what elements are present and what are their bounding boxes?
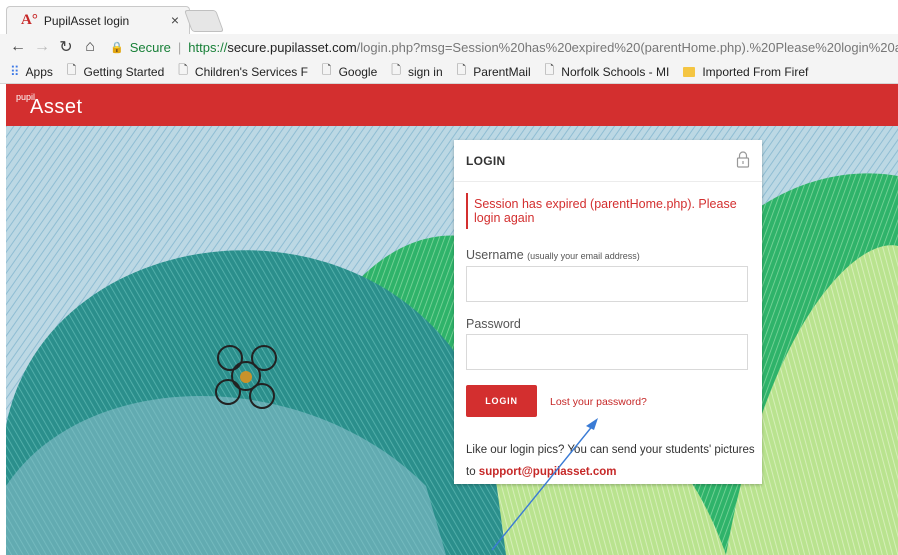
bookmark-label: ParentMail [473,64,531,79]
url-host: secure.pupilasset.com [227,39,357,55]
page-icon: 🗋 [66,63,77,77]
new-tab-button[interactable] [183,10,225,32]
username-input[interactable] [466,266,748,302]
lock-icon: 🔒 [110,41,124,54]
login-title: LOGIN [466,154,506,168]
address-bar-row: ← → ↻ ⌂ 🔒 Secure | https:// secure.pupil… [0,34,898,60]
url-scheme: https:// [188,39,228,55]
tab-title: PupilAsset login [43,13,130,28]
url-divider: | [177,39,182,55]
bookmark-label: Getting Started [83,64,165,79]
page-icon: 🗋 [321,63,332,77]
secure-label: Secure [129,39,171,55]
back-arrow-icon[interactable]: ← [6,38,30,56]
page-icon: 🗋 [544,63,555,77]
logo-big-text: Asset [30,96,83,118]
bookmark-childrens-services[interactable]: 🗋 Children's Services F [178,61,308,82]
page-icon: 🗋 [178,63,188,77]
background-drawing [6,126,898,555]
bookmark-getting-started[interactable]: 🗋 Getting Started [67,61,164,82]
bookmark-parentmail[interactable]: 🗋 ParentMail [457,61,531,82]
reload-icon[interactable]: ↻ [54,37,78,57]
login-pics-promo: Like our login pics? You can send your s… [466,439,756,483]
apps-grid-icon: ⠿ [10,63,20,79]
username-label: Username (usually your email address) [466,248,640,262]
browser-tab-bar: A° PupilAsset login × [0,0,898,34]
lost-password-link[interactable]: Lost your password? [550,396,647,408]
bookmark-label: Imported From Firef [702,64,809,79]
login-card-header: LOGIN [454,140,762,182]
bookmark-sign-in[interactable]: 🗋 sign in [391,61,442,82]
forward-arrow-icon[interactable]: → [30,38,54,56]
browser-tab[interactable]: A° PupilAsset login × [6,6,190,34]
bookmarks-bar: ⠿ Apps 🗋 Getting Started 🗋 Children's Se… [0,60,898,84]
home-icon[interactable]: ⌂ [78,38,102,56]
site-header: pupil Asset [6,84,898,126]
login-button[interactable]: LOGIN [466,385,537,417]
bookmark-label: Children's Services F [194,64,308,79]
tab-close-icon[interactable]: × [171,12,179,28]
bookmark-label: sign in [407,64,443,79]
bookmark-label: Google [338,64,378,79]
folder-icon [683,66,696,77]
padlock-icon [736,151,750,168]
page-icon: 🗋 [456,63,467,77]
url-field[interactable]: 🔒 Secure | https:// secure.pupilasset.co… [110,36,898,58]
bookmark-imported-folder[interactable]: Imported From Firef [683,65,808,79]
url-path: /login.php?msg=Session%20has%20expired%2… [356,39,898,55]
password-input[interactable] [466,334,748,370]
page-icon: 🗋 [391,63,401,77]
bookmark-label: Apps [25,64,53,79]
password-label: Password [466,317,521,331]
bookmark-label: Norfolk Schools - MI [561,64,670,79]
support-email-link[interactable]: support@pupilasset.com [479,466,617,478]
username-label-text: Username [466,248,524,262]
pupilasset-favicon-icon: A° [21,12,38,28]
bookmark-google[interactable]: 🗋 Google [322,61,377,82]
login-card: LOGIN Session has expired (parentHome.ph… [454,140,762,484]
username-hint: (usually your email address) [527,251,640,261]
bookmark-apps[interactable]: ⠿ Apps [10,64,53,80]
session-expired-alert: Session has expired (parentHome.php). Pl… [466,193,750,229]
bookmark-norfolk-schools[interactable]: 🗋 Norfolk Schools - MI [545,61,670,82]
